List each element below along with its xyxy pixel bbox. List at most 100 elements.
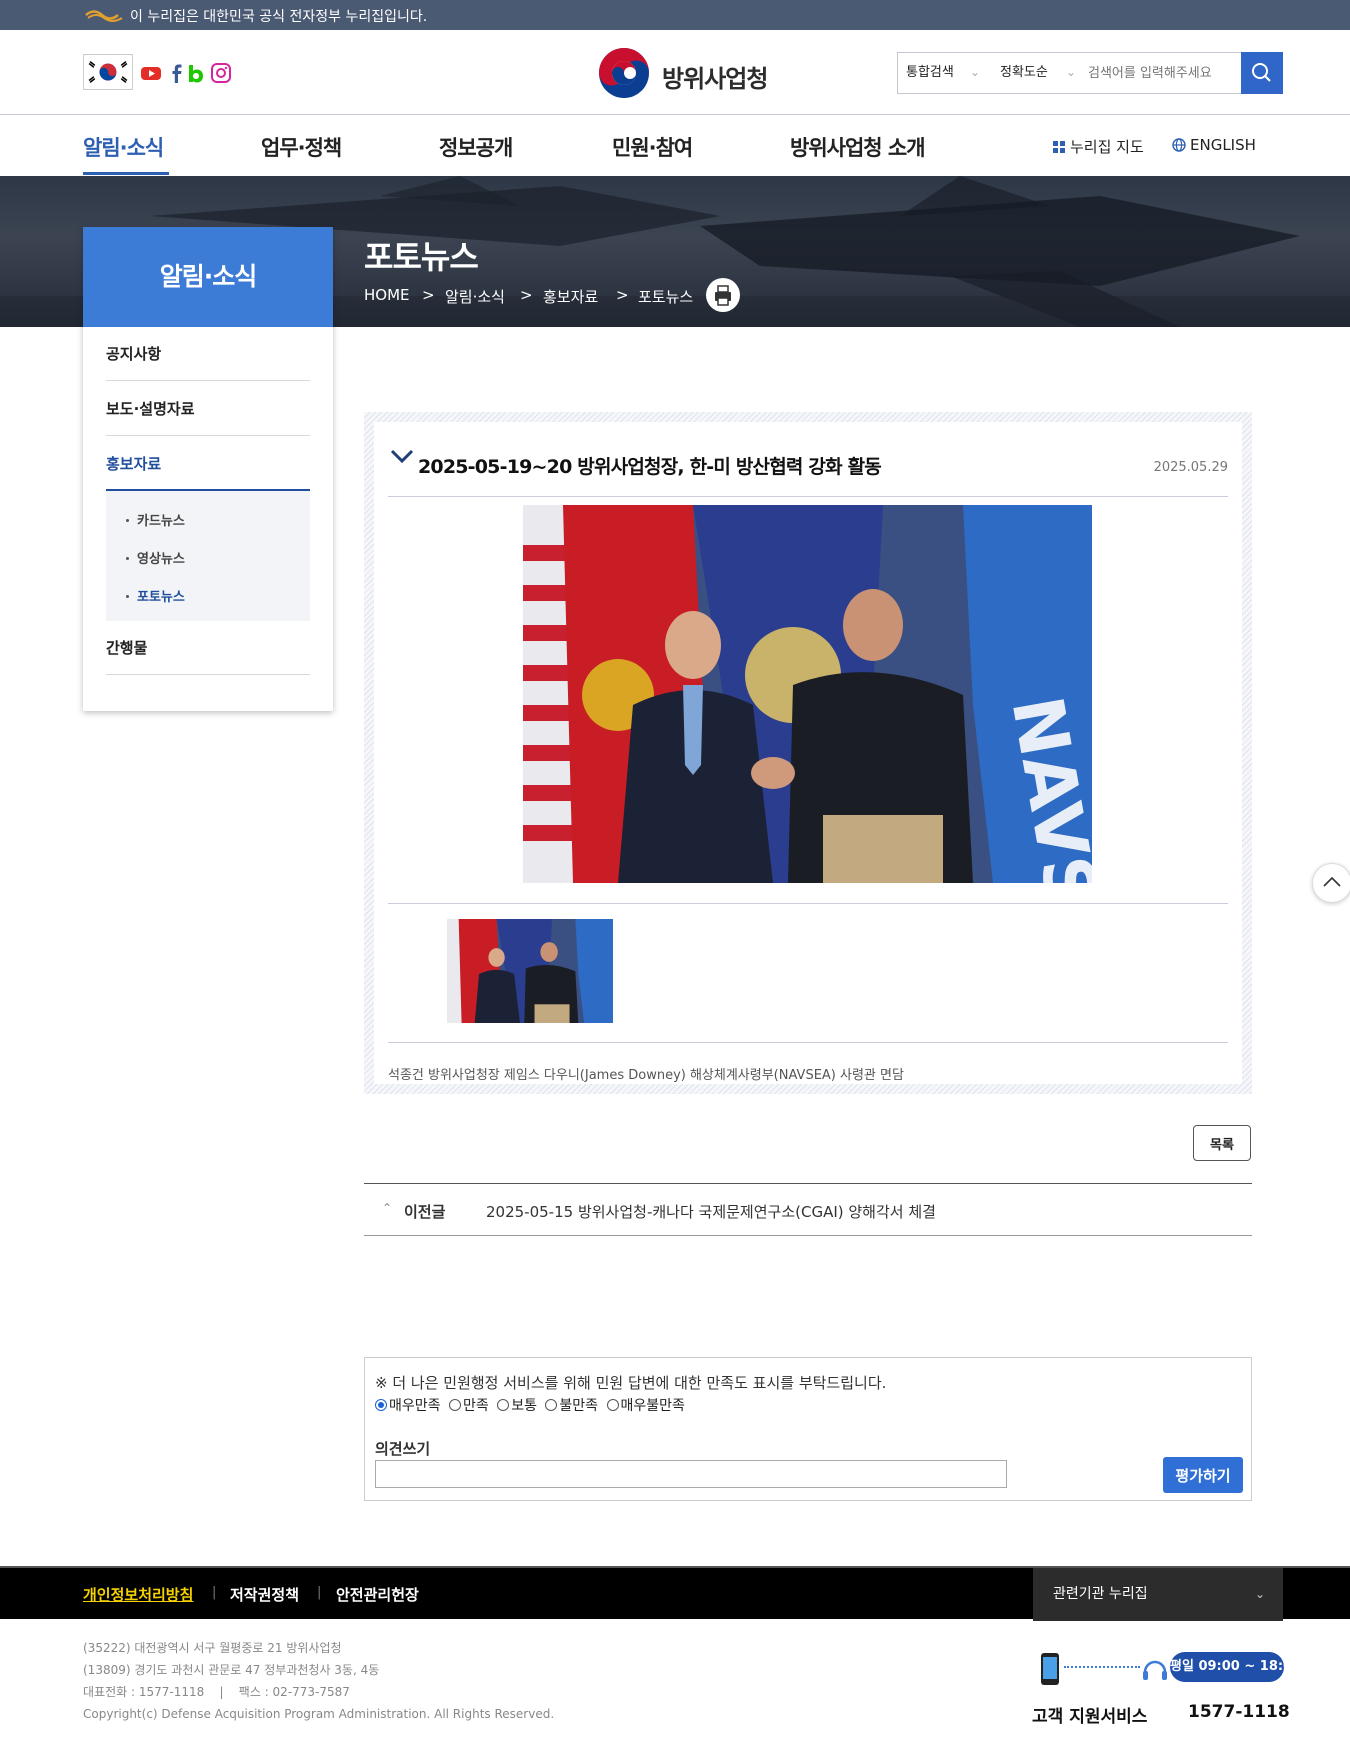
print-button[interactable] [706, 278, 740, 312]
survey-option-neutral[interactable]: 보통 [497, 1395, 537, 1415]
footer-address-2: (13809) 경기도 과천시 관문로 47 정부과천청사 3동, 4동 [83, 1663, 380, 1677]
footer-separator: | [317, 1585, 322, 1600]
breadcrumb-home[interactable]: HOME [364, 286, 410, 304]
divider [388, 903, 1228, 904]
survey-option-satisfied[interactable]: 만족 [448, 1395, 489, 1415]
breadcrumb-current: 포토뉴스 [638, 288, 694, 306]
nav-item-policy[interactable]: 업무·정책 [261, 132, 342, 162]
survey-option-very-satisfied[interactable]: 매우만족 [375, 1395, 441, 1415]
article-caption: 석종건 방위사업청장 제임스 다우니(James Downey) 해상체계사령부… [388, 1068, 904, 1083]
nav-item-news[interactable]: 알림·소식 [83, 132, 164, 162]
search-button[interactable] [1241, 52, 1283, 94]
related-sites-select[interactable]: 관련기관 누리집 ⌄ [1033, 1568, 1283, 1621]
korea-flag-icon[interactable] [83, 54, 133, 90]
radio[interactable] [448, 1399, 461, 1411]
search-box: 통합검색 ⌄ 정확도순 ⌄ [897, 52, 1283, 94]
radio[interactable] [545, 1399, 558, 1411]
side-nav-subitem-photonews[interactable]: 포토뉴스 [126, 586, 185, 605]
sitemap-link[interactable]: 누리집 지도 [1052, 136, 1144, 157]
gov-logo-icon [85, 10, 123, 22]
chevron-down-icon [390, 449, 414, 464]
article-frame: 2025-05-19~20 방위사업청장, 한-미 방산협력 강화 활동 202… [364, 412, 1252, 1094]
evaluate-button[interactable]: 평가하기 [1163, 1457, 1243, 1493]
breadcrumb-item[interactable]: 홍보자료 [543, 286, 598, 307]
footer-address-1: (35222) 대전광역시 서구 월평중로 21 방위사업청 [83, 1641, 342, 1655]
english-label: ENGLISH [1190, 136, 1256, 154]
opinion-input[interactable] [375, 1460, 1007, 1488]
print-icon [715, 285, 731, 306]
cs-hours-badge: 평일 09:00 ~ 18:00 [1170, 1652, 1301, 1682]
breadcrumb-separator: > [520, 286, 533, 304]
headset-icon [1143, 1660, 1167, 1680]
phone-icon [1041, 1653, 1059, 1685]
globe-icon [1172, 138, 1186, 152]
breadcrumb-separator: > [616, 286, 629, 304]
side-nav-subitem-videonews[interactable]: 영상뉴스 [126, 548, 185, 567]
article: 2025-05-19~20 방위사업청장, 한-미 방산협력 강화 활동 202… [374, 422, 1242, 1084]
blog-icon[interactable] [185, 62, 207, 84]
opinion-label: 의견쓰기 [375, 1440, 431, 1458]
survey-option-very-dissatisfied[interactable]: 매우불만족 [606, 1395, 685, 1415]
survey-option-dissatisfied[interactable]: 불만족 [545, 1395, 598, 1415]
english-link[interactable]: ENGLISH [1172, 136, 1256, 154]
youtube-icon[interactable] [140, 62, 162, 84]
article-date: 2025.05.29 [1153, 460, 1228, 475]
footer-link-privacy[interactable]: 개인정보처리방침 [83, 1584, 193, 1605]
chevron-up-icon [1323, 876, 1341, 887]
chevron-up-icon: ⌃ [382, 1201, 393, 1215]
gov-banner: 이 누리집은 대한민국 공식 전자정부 누리집입니다. [0, 0, 1350, 30]
survey-options: 매우만족 만족 보통 불만족 매우불만족 [375, 1395, 689, 1415]
article-photo-thumbnail[interactable] [447, 919, 613, 1023]
side-nav-subitem-cardnews[interactable]: 카드뉴스 [126, 510, 185, 529]
sitemap-label: 누리집 지도 [1070, 138, 1144, 156]
footer-separator: | [212, 1585, 217, 1600]
footer-link-copyright[interactable]: 저작권정책 [230, 1584, 299, 1605]
chevron-down-icon: ⌄ [970, 65, 981, 79]
prev-post-title[interactable]: 2025-05-15 방위사업청-캐나다 국제문제연구소(CGAI) 양해각서 … [486, 1201, 936, 1222]
chevron-down-icon: ⌄ [1254, 1587, 1265, 1601]
breadcrumb-item[interactable]: 알림·소식 [445, 286, 505, 307]
article-photo: NAVSEA [523, 505, 1092, 883]
footer-links-bar: 개인정보처리방침 | 저작권정책 | 안전관리헌장 관련기관 누리집 ⌄ [0, 1566, 1350, 1621]
main-nav: 알림·소식 업무·정책 정보공개 민원·참여 방위사업청 소개 누리집 지도 E… [0, 116, 1350, 176]
search-icon [1252, 63, 1271, 82]
site-logo[interactable]: 방위사업청 [598, 45, 778, 101]
instagram-icon[interactable] [210, 62, 232, 84]
search-input[interactable] [1088, 57, 1238, 89]
radio[interactable] [497, 1399, 510, 1411]
article-title: 2025-05-19~20 방위사업청장, 한-미 방산협력 강화 활동 [418, 456, 882, 478]
footer-contact: 대표전화 : 1577-1118 | 팩스 : 02-773-7587 [83, 1685, 350, 1699]
side-nav-item-publications[interactable]: 간행물 [106, 621, 310, 675]
side-nav-item-promotion[interactable]: 홍보자료 [106, 437, 310, 491]
satisfaction-survey: ※ 더 나은 민원행정 서비스를 위해 민원 답변에 대한 만족도 표시를 부탁… [364, 1357, 1252, 1501]
connector-dots [1064, 1666, 1140, 1670]
list-button[interactable]: 목록 [1193, 1125, 1251, 1161]
radio-checked[interactable] [375, 1399, 387, 1411]
nav-item-disclosure[interactable]: 정보공개 [439, 132, 513, 162]
cs-label: 고객 지원서비스 [1032, 1707, 1148, 1727]
footer-link-safety[interactable]: 안전관리헌장 [336, 1584, 419, 1605]
customer-service: 평일 09:00 ~ 18:00 고객 지원서비스 1577-1118 [1032, 1650, 1301, 1730]
divider [388, 496, 1228, 497]
side-nav-item-notice[interactable]: 공지사항 [106, 327, 310, 381]
prev-post-row[interactable]: ⌃ 이전글 2025-05-15 방위사업청-캐나다 국제문제연구소(CGAI)… [364, 1183, 1252, 1236]
sitemap-icon [1053, 141, 1065, 153]
header: 방위사업청 통합검색 ⌄ 정확도순 ⌄ [0, 30, 1350, 115]
breadcrumb-separator: > [422, 286, 435, 304]
side-nav-item-press[interactable]: 보도·설명자료 [106, 382, 310, 436]
nav-active-indicator [83, 172, 169, 175]
site-name: 방위사업청 [662, 65, 768, 93]
footer-info: (35222) 대전광역시 서구 월평중로 21 방위사업청 (13809) 경… [83, 1637, 554, 1725]
side-nav-submenu: 카드뉴스 영상뉴스 포토뉴스 [106, 491, 310, 621]
prev-post-label: 이전글 [404, 1203, 446, 1221]
government-emblem-icon [599, 48, 649, 98]
side-nav: 알림·소식 공지사항 보도·설명자료 홍보자료 카드뉴스 영상뉴스 포토뉴스 간… [83, 227, 333, 711]
scroll-to-top-button[interactable] [1312, 863, 1350, 903]
page-title: 포토뉴스 [364, 238, 479, 276]
search-scope-select[interactable]: 통합검색 [906, 53, 996, 93]
radio[interactable] [606, 1399, 619, 1411]
nav-item-participation[interactable]: 민원·참여 [612, 132, 693, 162]
divider [388, 1042, 1228, 1043]
gov-banner-text: 이 누리집은 대한민국 공식 전자정부 누리집입니다. [130, 9, 428, 25]
nav-item-about[interactable]: 방위사업청 소개 [790, 132, 926, 162]
